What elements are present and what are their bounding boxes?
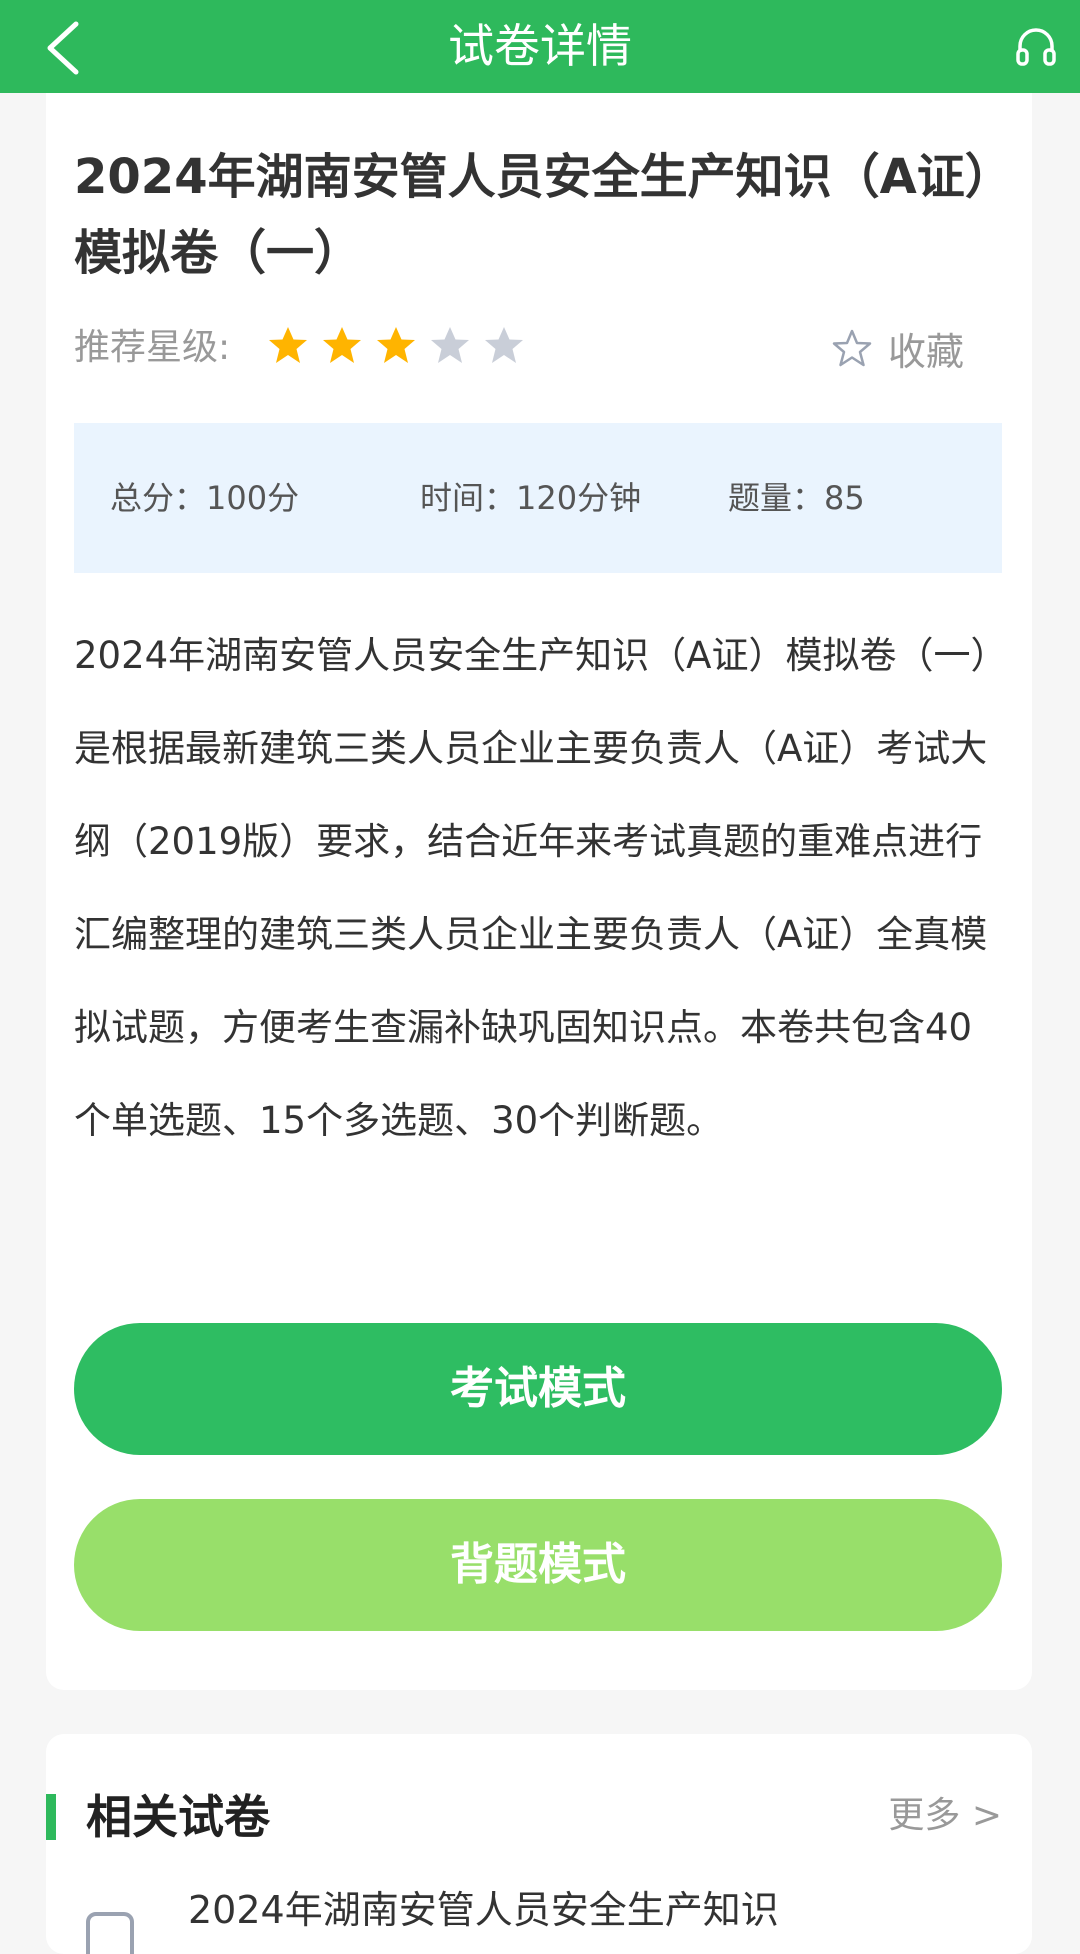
exam-mode-button[interactable]: 考试模式 xyxy=(74,1323,1002,1455)
favorite-label: 收藏 xyxy=(888,329,965,374)
exam-time: 时间：120分钟 xyxy=(420,479,642,517)
rating-stars xyxy=(268,325,538,369)
star-filled-icon xyxy=(323,327,361,363)
headset-icon[interactable] xyxy=(1014,24,1058,68)
total-score: 总分：100分 xyxy=(110,479,300,517)
section-heading: 相关试卷 xyxy=(86,1790,270,1844)
star-filled-icon xyxy=(377,327,415,363)
related-paper-item[interactable]: 2024年湖南安管人员安全生产知识 xyxy=(188,1880,779,1940)
related-papers-section: 相关试卷 更多 > 2024年湖南安管人员安全生产知识 xyxy=(46,1734,1032,1954)
star-outline-icon xyxy=(832,329,872,367)
more-link[interactable]: 更多 > xyxy=(888,1786,1002,1846)
paper-description: 2024年湖南安管人员安全生产知识（A证）模拟卷（一）是根据最新建筑三类人员企业… xyxy=(74,634,989,1142)
paper-info-box: 总分：100分 时间：120分钟 题量：85 xyxy=(74,423,1002,573)
rating-label: 推荐星级: xyxy=(74,327,231,368)
star-empty-icon xyxy=(485,327,523,363)
document-icon xyxy=(86,1912,134,1954)
study-mode-button[interactable]: 背题模式 xyxy=(74,1499,1002,1631)
page-title: 试卷详情 xyxy=(448,19,632,73)
star-filled-icon xyxy=(269,327,307,363)
favorite-button[interactable]: 收藏 xyxy=(832,323,965,374)
section-accent-bar xyxy=(46,1794,56,1840)
paper-detail-card: 2024年湖南安管人员安全生产知识（A证）模拟卷（一） 推荐星级: 收藏 总分：… xyxy=(46,93,1032,1690)
question-count: 题量：85 xyxy=(728,479,865,517)
paper-title: 2024年湖南安管人员安全生产知识（A证）模拟卷（一） xyxy=(74,149,1013,281)
top-bar: 试卷详情 xyxy=(0,0,1080,93)
star-empty-icon xyxy=(431,327,469,363)
